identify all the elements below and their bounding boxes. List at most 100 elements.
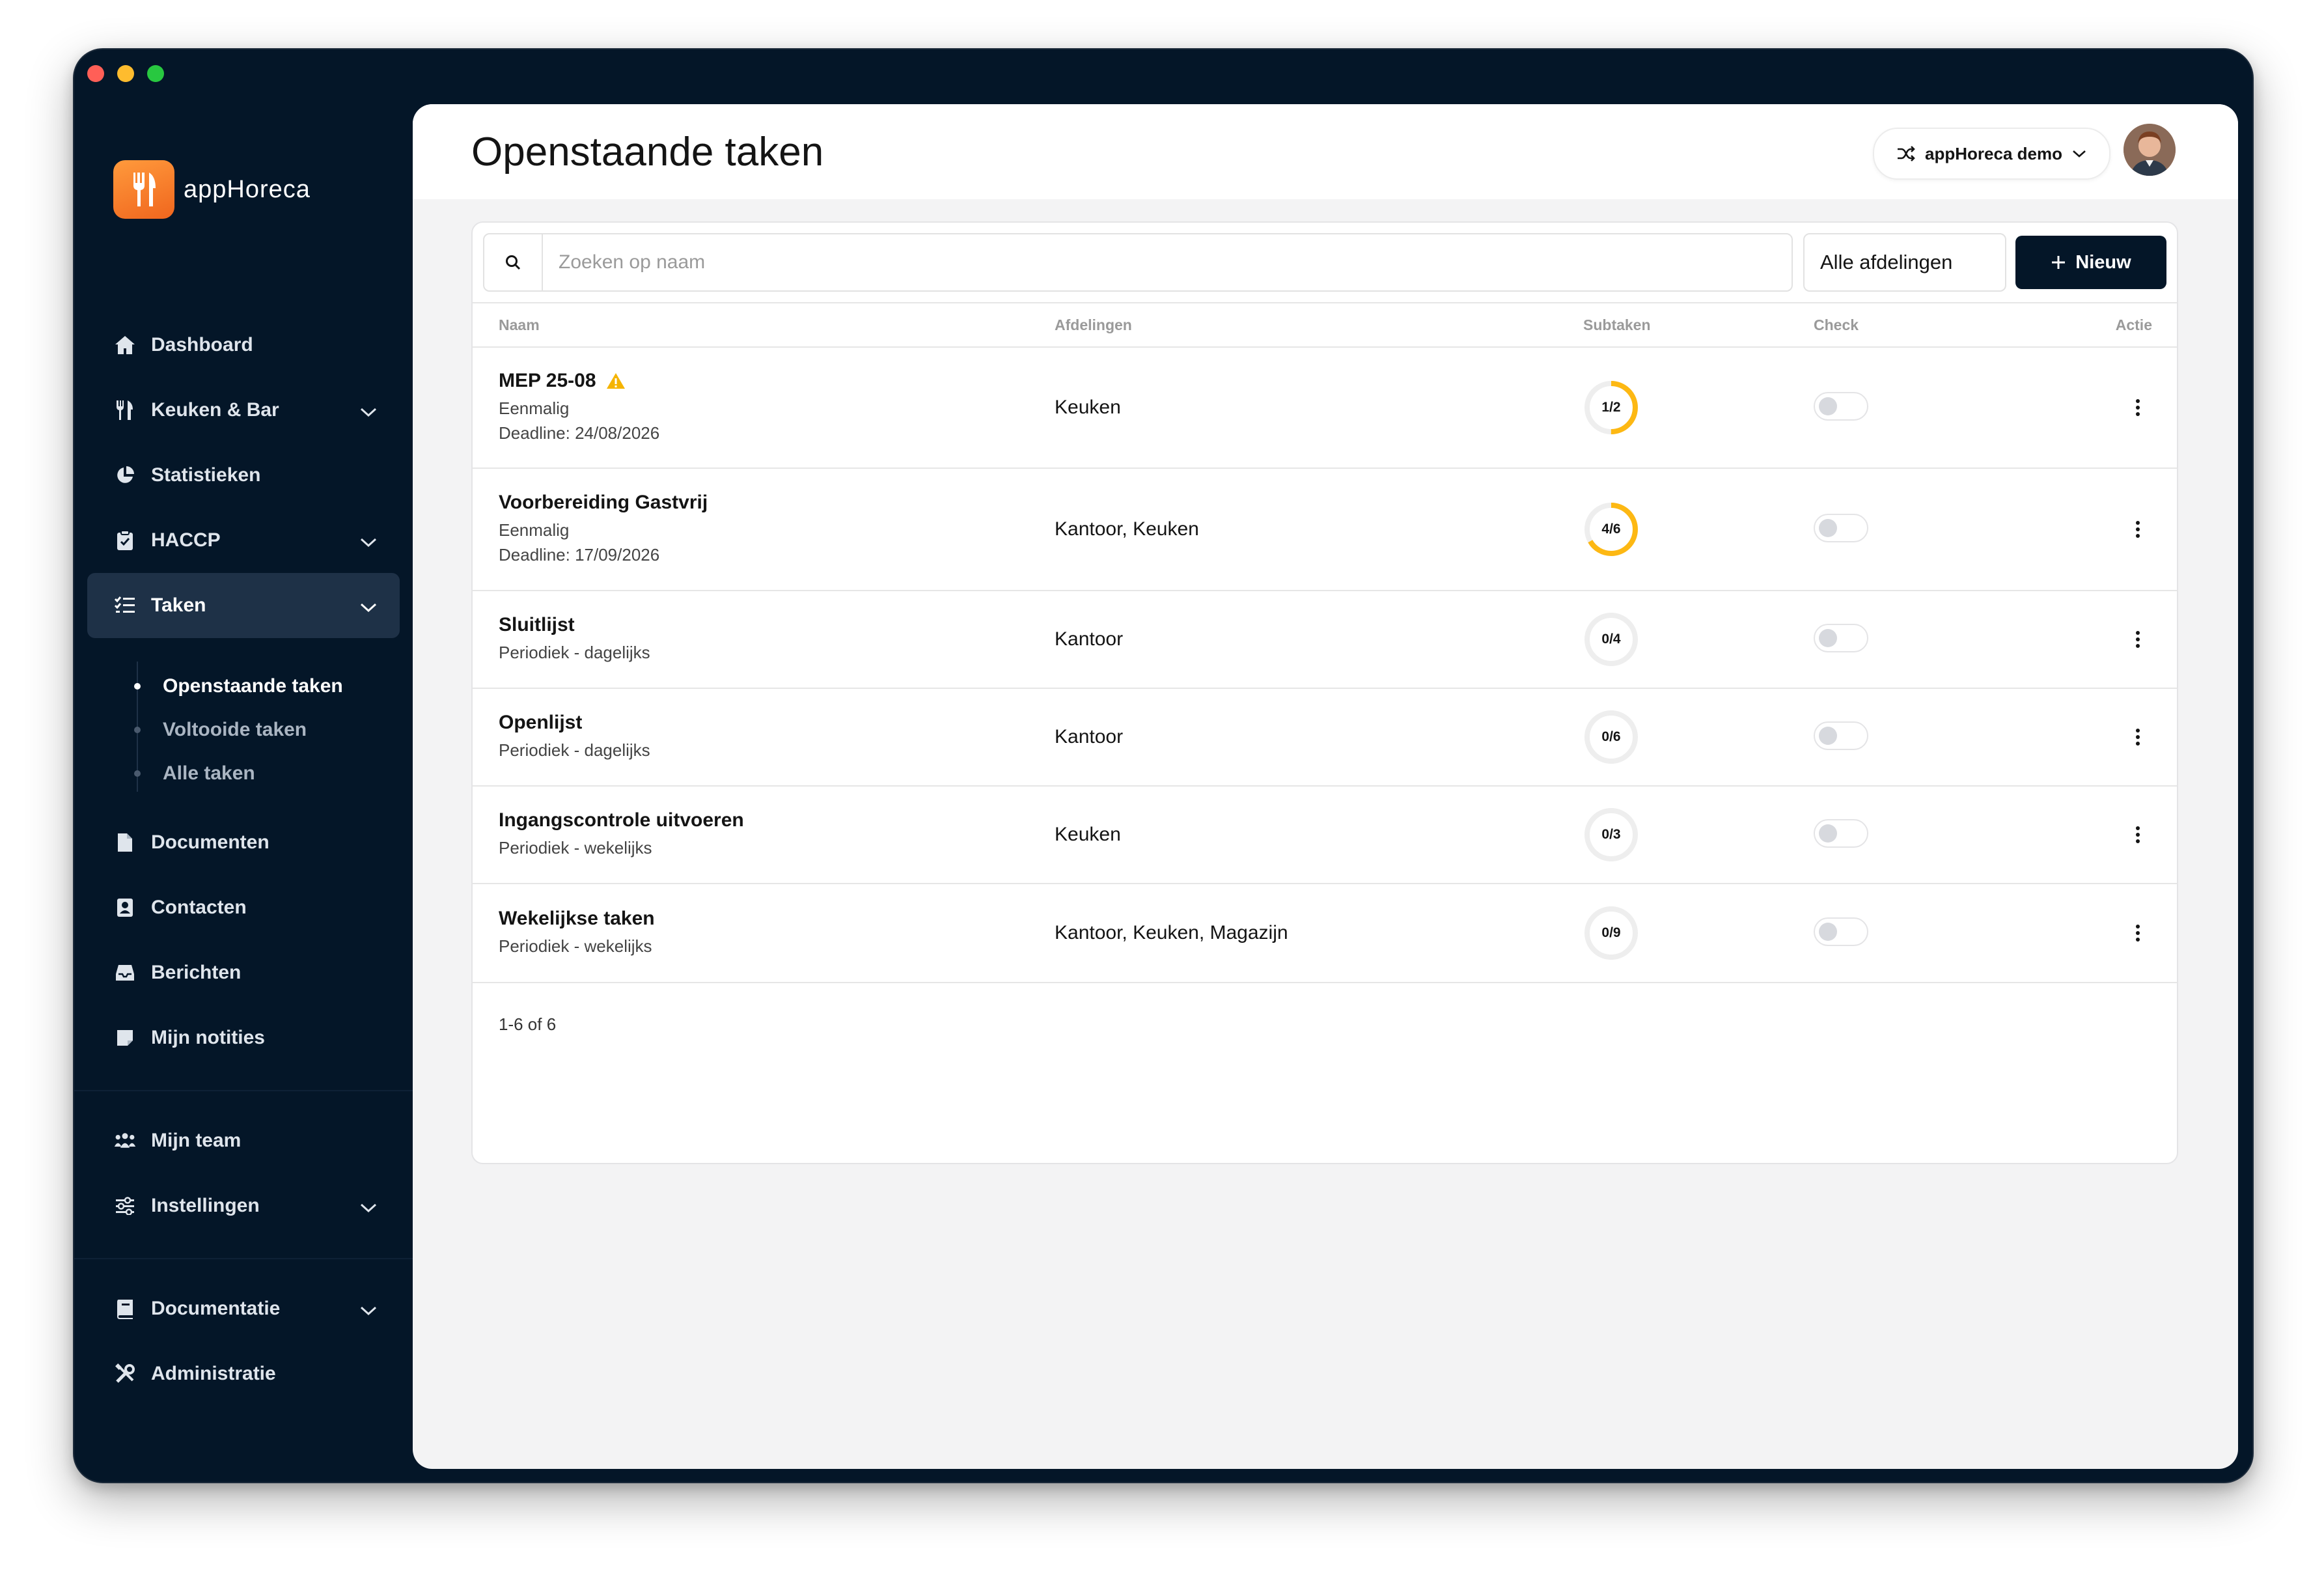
team-icon bbox=[113, 1129, 137, 1152]
toggle-knob bbox=[1819, 727, 1837, 745]
sidebar-item-label: Berichten bbox=[151, 962, 242, 983]
table-row[interactable]: Openlijst Periodiek - dagelijks Kantoor … bbox=[473, 689, 2177, 787]
task-title[interactable]: Openlijst bbox=[499, 712, 582, 734]
task-recurrence: Eenmalig bbox=[499, 398, 570, 418]
column-header-naam[interactable]: Naam bbox=[499, 316, 540, 334]
task-title[interactable]: Ingangscontrole uitvoeren bbox=[499, 809, 744, 831]
task-title[interactable]: MEP 25-08 bbox=[499, 370, 596, 392]
sidebar-item-instellingen[interactable]: Instellingen bbox=[87, 1173, 400, 1238]
department-filter-value: Alle afdelingen bbox=[1820, 251, 1953, 273]
warning-icon bbox=[605, 372, 626, 390]
table-row[interactable]: Sluitlijst Periodiek - dagelijks Kantoor… bbox=[473, 591, 2177, 689]
sidebar-divider bbox=[74, 1258, 413, 1259]
task-departments: Kantoor, Keuken, Magazijn bbox=[1055, 922, 1288, 943]
user-avatar[interactable] bbox=[2123, 124, 2176, 176]
more-actions-icon[interactable] bbox=[2126, 725, 2150, 749]
subtask-count: 0/9 bbox=[1601, 925, 1621, 940]
task-departments: Kantoor bbox=[1055, 726, 1124, 747]
sidebar-item-documentatie[interactable]: Documentatie bbox=[87, 1276, 400, 1341]
submenu-bullet bbox=[134, 727, 141, 733]
sidebar-item-taken[interactable]: Taken bbox=[87, 573, 400, 638]
sliders-icon bbox=[113, 1194, 137, 1218]
search-input[interactable] bbox=[543, 234, 1791, 291]
task-name-cell: Voorbereiding Gastvrij Eenmalig Deadline… bbox=[499, 469, 708, 590]
subtask-count: 4/6 bbox=[1601, 522, 1621, 537]
table-row[interactable]: Voorbereiding Gastvrij Eenmalig Deadline… bbox=[473, 469, 2177, 591]
sidebar-item-documenten[interactable]: Documenten bbox=[87, 810, 400, 875]
more-actions-icon[interactable] bbox=[2126, 823, 2150, 846]
task-recurrence: Periodiek - dagelijks bbox=[499, 740, 650, 760]
pagination-info: 1-6 of 6 bbox=[499, 1014, 557, 1034]
task-check-toggle[interactable] bbox=[1814, 917, 1868, 946]
task-check-toggle[interactable] bbox=[1814, 514, 1868, 542]
task-departments: Kantoor bbox=[1055, 628, 1124, 650]
more-actions-icon[interactable] bbox=[2126, 628, 2150, 651]
organization-switcher[interactable]: appHoreca demo bbox=[1873, 128, 2110, 180]
sidebar-subitem-voltooide-taken[interactable]: Voltooide taken bbox=[163, 719, 307, 741]
sidebar-item-administratie[interactable]: Administratie bbox=[87, 1341, 400, 1406]
task-name-cell: Openlijst Periodiek - dagelijks bbox=[499, 689, 650, 785]
table-header: Naam Afdelingen Subtaken Check Actie bbox=[473, 302, 2177, 348]
new-task-button[interactable]: Nieuw bbox=[2015, 236, 2166, 289]
sidebar-item-statistieken[interactable]: Statistieken bbox=[87, 443, 400, 508]
table-row[interactable]: Wekelijkse taken Periodiek - wekelijks K… bbox=[473, 884, 2177, 983]
task-title[interactable]: Voorbereiding Gastvrij bbox=[499, 492, 708, 514]
column-header-subtaken[interactable]: Subtaken bbox=[1583, 316, 1651, 334]
sidebar-item-contacten[interactable]: Contacten bbox=[87, 875, 400, 940]
sidebar-item-mijn-notities[interactable]: Mijn notities bbox=[87, 1005, 400, 1070]
task-title[interactable]: Wekelijkse taken bbox=[499, 908, 655, 930]
column-header-check[interactable]: Check bbox=[1814, 316, 1859, 334]
sidebar-item-haccp[interactable]: HACCP bbox=[87, 508, 400, 573]
sidebar-item-dashboard[interactable]: Dashboard bbox=[87, 313, 400, 378]
toggle-knob bbox=[1819, 824, 1837, 843]
subtask-count: 1/2 bbox=[1601, 400, 1621, 415]
sidebar-item-label: Keuken & Bar bbox=[151, 399, 279, 421]
app-window: appHoreca Dashboard Keuken & Bar Statist… bbox=[73, 48, 2254, 1483]
utensils-icon bbox=[113, 398, 137, 422]
shuffle-icon bbox=[1896, 145, 1916, 162]
toggle-knob bbox=[1819, 923, 1837, 941]
task-deadline: Deadline: 17/09/2026 bbox=[499, 545, 660, 565]
task-check-toggle[interactable] bbox=[1814, 819, 1868, 848]
task-title[interactable]: Sluitlijst bbox=[499, 614, 575, 636]
chevron-down-icon bbox=[359, 1300, 378, 1322]
subtask-progress-ring: 4/6 bbox=[1583, 501, 1639, 557]
page-header: Openstaande taken appHoreca demo bbox=[413, 104, 2238, 199]
column-header-afdelingen[interactable]: Afdelingen bbox=[1055, 316, 1132, 334]
subtask-progress-ring: 0/3 bbox=[1583, 807, 1639, 863]
search-icon[interactable] bbox=[484, 234, 543, 290]
department-filter-select[interactable]: Alle afdelingen bbox=[1803, 233, 2006, 292]
book-icon bbox=[113, 1297, 137, 1320]
task-departments: Keuken bbox=[1055, 397, 1121, 418]
sidebar-item-label: Taken bbox=[151, 594, 206, 616]
app-logo[interactable]: appHoreca bbox=[113, 160, 311, 219]
task-name-cell: Ingangscontrole uitvoeren Periodiek - we… bbox=[499, 787, 744, 883]
sidebar-subitem-alle-taken[interactable]: Alle taken bbox=[163, 762, 255, 785]
sidebar-item-keuken-bar[interactable]: Keuken & Bar bbox=[87, 378, 400, 443]
task-check-toggle[interactable] bbox=[1814, 624, 1868, 652]
document-icon bbox=[113, 831, 137, 854]
table-row[interactable]: MEP 25-08 Eenmalig Deadline: 24/08/2026 … bbox=[473, 348, 2177, 469]
toggle-knob bbox=[1819, 629, 1837, 647]
inbox-icon bbox=[113, 961, 137, 984]
table-row[interactable]: Ingangscontrole uitvoeren Periodiek - we… bbox=[473, 787, 2177, 884]
chevron-down-icon bbox=[359, 596, 378, 619]
clipboard-check-icon bbox=[113, 529, 137, 552]
task-recurrence: Periodiek - wekelijks bbox=[499, 936, 652, 956]
more-actions-icon[interactable] bbox=[2126, 518, 2150, 541]
sidebar: appHoreca Dashboard Keuken & Bar Statist… bbox=[74, 49, 413, 1482]
task-title-line: Openlijst bbox=[499, 712, 650, 734]
chevron-down-icon bbox=[359, 1197, 378, 1219]
sidebar-divider bbox=[74, 1090, 413, 1091]
task-name-cell: Wekelijkse taken Periodiek - wekelijks bbox=[499, 884, 655, 982]
column-header-actie: Actie bbox=[2115, 316, 2152, 333]
sidebar-subitem-openstaande-taken[interactable]: Openstaande taken bbox=[163, 675, 343, 697]
task-check-toggle[interactable] bbox=[1814, 392, 1868, 421]
more-actions-icon[interactable] bbox=[2126, 921, 2150, 945]
app-name: appHoreca bbox=[184, 175, 311, 203]
sidebar-item-berichten[interactable]: Berichten bbox=[87, 940, 400, 1005]
submenu-bullet bbox=[134, 683, 141, 690]
more-actions-icon[interactable] bbox=[2126, 396, 2150, 419]
task-check-toggle[interactable] bbox=[1814, 721, 1868, 750]
sidebar-item-mijn-team[interactable]: Mijn team bbox=[87, 1108, 400, 1173]
